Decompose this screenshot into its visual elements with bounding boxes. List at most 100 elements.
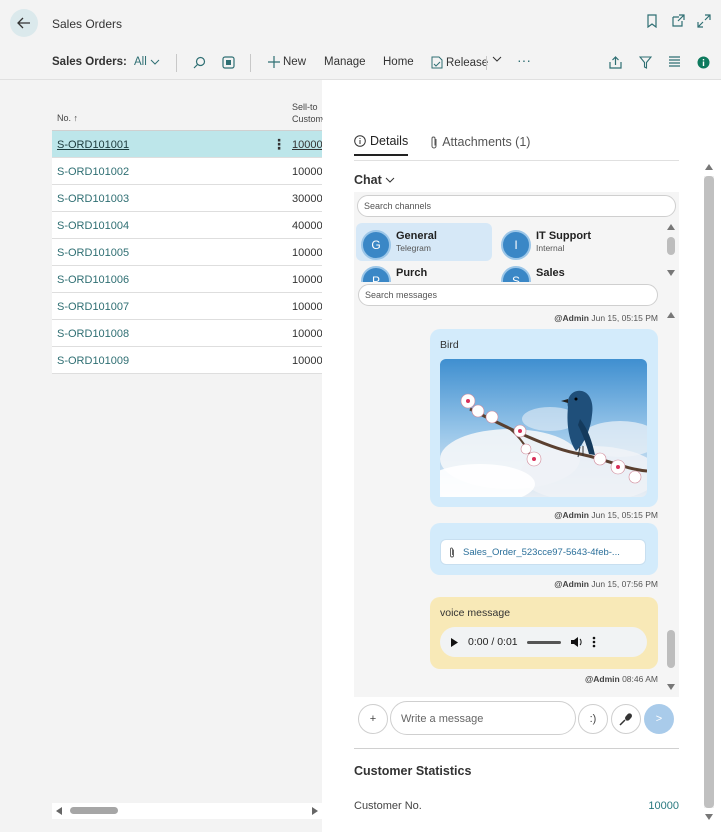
table-row[interactable]: S-ORD101005 10000 xyxy=(52,239,322,266)
channel-it-support[interactable]: I IT Support Internal xyxy=(496,223,632,261)
scroll-right-arrow[interactable] xyxy=(312,807,318,815)
customer-no[interactable]: 10000 xyxy=(292,274,322,286)
column-header-no[interactable]: No. ↑ xyxy=(57,113,78,123)
customer-no[interactable]: 10000 xyxy=(292,247,322,259)
message-meta: @Admin Jun 15, 05:15 PM xyxy=(554,510,658,520)
play-icon[interactable] xyxy=(450,637,459,648)
message-author: @Admin xyxy=(554,510,589,520)
search-button[interactable] xyxy=(193,56,206,69)
factbox-panel: Details Attachments (1) Chat Search chan… xyxy=(322,120,721,832)
order-no[interactable]: S-ORD101009 xyxy=(57,355,129,367)
send-button[interactable]: > xyxy=(644,704,674,734)
filter-button[interactable] xyxy=(639,56,652,69)
expand-icon[interactable] xyxy=(697,14,711,28)
scroll-thumb[interactable] xyxy=(70,807,118,814)
section-divider xyxy=(354,748,679,749)
home-button[interactable]: Home xyxy=(383,56,414,68)
customer-no-value[interactable]: 10000 xyxy=(648,800,679,812)
message-meta: @Admin 08:46 AM xyxy=(585,674,658,684)
order-no[interactable]: S-ORD101007 xyxy=(57,301,129,313)
page-label: Sales Orders: xyxy=(52,56,127,68)
add-attachment-button[interactable]: + xyxy=(358,704,388,734)
table-row[interactable]: S-ORD101008 10000 xyxy=(52,320,322,347)
customer-no[interactable]: 10000 xyxy=(292,328,322,340)
scroll-thumb[interactable] xyxy=(704,176,714,808)
volume-icon[interactable] xyxy=(570,636,583,648)
message-input[interactable]: Write a message xyxy=(390,701,576,735)
panel-vertical-scrollbar[interactable] xyxy=(704,162,714,822)
tab-details[interactable]: Details xyxy=(354,134,409,156)
scroll-down-arrow[interactable] xyxy=(667,270,675,276)
table-row[interactable]: S-ORD101007 10000 xyxy=(52,293,322,320)
customer-no[interactable]: 40000 xyxy=(292,220,322,232)
order-no[interactable]: S-ORD101008 xyxy=(57,328,129,340)
back-button[interactable] xyxy=(10,9,38,37)
customer-no[interactable]: 10000 xyxy=(292,355,322,367)
release-dropdown[interactable] xyxy=(492,56,502,62)
emoji-button[interactable]: :) xyxy=(578,704,608,734)
view-button[interactable] xyxy=(222,56,235,69)
scroll-left-arrow[interactable] xyxy=(56,807,62,815)
customer-statistics-title[interactable]: Customer Statistics xyxy=(354,764,471,778)
message-bubble: Sales_Order_523cce97-5643-4feb-... xyxy=(430,523,658,575)
customer-no[interactable]: 10000 xyxy=(292,139,322,151)
bookmark-icon[interactable] xyxy=(645,14,659,28)
share-button[interactable] xyxy=(609,56,622,69)
order-no[interactable]: S-ORD101006 xyxy=(57,274,129,286)
scroll-down-arrow[interactable] xyxy=(705,814,713,820)
manage-button[interactable]: Manage xyxy=(324,56,366,68)
new-button[interactable]: New xyxy=(268,56,306,68)
row-menu-button[interactable]: ⋮ xyxy=(272,136,286,153)
order-no[interactable]: S-ORD101005 xyxy=(57,247,129,259)
table-row[interactable]: S-ORD101002 10000 xyxy=(52,158,322,185)
scroll-up-arrow[interactable] xyxy=(705,164,713,170)
scroll-thumb[interactable] xyxy=(667,237,675,255)
table-row[interactable]: S-ORD101004 40000 xyxy=(52,212,322,239)
order-no[interactable]: S-ORD101001 xyxy=(57,139,129,151)
list-view-button[interactable] xyxy=(668,56,681,67)
tab-attachments[interactable]: Attachments (1) xyxy=(430,134,530,156)
column-header-sell-to[interactable]: Sell-to Custom xyxy=(292,101,326,125)
scroll-down-arrow[interactable] xyxy=(667,684,675,690)
chat-heading[interactable]: Chat xyxy=(354,173,395,187)
more-button[interactable]: ··· xyxy=(517,52,531,68)
scroll-thumb[interactable] xyxy=(667,630,675,668)
channel-sales[interactable]: S Sales xyxy=(496,264,632,282)
microphone-button[interactable] xyxy=(611,704,641,734)
customer-no[interactable]: 10000 xyxy=(292,301,322,313)
order-no[interactable]: S-ORD101002 xyxy=(57,166,129,178)
open-new-window-icon[interactable] xyxy=(671,14,685,28)
channel-general[interactable]: G General Telegram xyxy=(356,223,492,261)
channel-name: Purch xyxy=(396,267,428,279)
order-no[interactable]: S-ORD101003 xyxy=(57,193,129,205)
separator xyxy=(176,54,177,72)
table-row[interactable]: S-ORD101006 10000 xyxy=(52,266,322,293)
message-bubble: Bird xyxy=(430,329,658,507)
audio-player[interactable]: 0:00 / 0:01 xyxy=(440,627,647,657)
view-layout-icon xyxy=(222,56,235,69)
bird-photo[interactable] xyxy=(440,359,647,497)
customer-no[interactable]: 30000 xyxy=(292,193,322,205)
search-messages-input[interactable]: Search messages xyxy=(358,284,658,306)
horizontal-scrollbar[interactable] xyxy=(52,803,322,819)
customer-no[interactable]: 10000 xyxy=(292,166,322,178)
order-no[interactable]: S-ORD101004 xyxy=(57,220,129,232)
more-vertical-icon[interactable] xyxy=(592,636,596,648)
title-actions xyxy=(645,14,711,28)
release-button[interactable]: Release xyxy=(431,56,488,69)
info-button[interactable] xyxy=(697,56,710,69)
scroll-up-arrow[interactable] xyxy=(667,224,675,230)
table-row[interactable]: S-ORD101003 30000 xyxy=(52,185,322,212)
list-icon xyxy=(669,56,680,67)
filter-dropdown[interactable]: All xyxy=(134,56,160,68)
audio-progress-bar[interactable] xyxy=(526,640,561,644)
channels-scrollbar[interactable] xyxy=(667,224,675,276)
channel-purch[interactable]: P Purch xyxy=(356,264,492,282)
scroll-up-arrow[interactable] xyxy=(667,312,675,318)
filter-icon xyxy=(639,56,652,69)
table-row[interactable]: S-ORD101009 10000 xyxy=(52,347,322,374)
table-row[interactable]: S-ORD101001 ⋮ 10000 xyxy=(52,131,322,158)
search-channels-input[interactable]: Search channels xyxy=(357,195,676,217)
messages-scrollbar[interactable] xyxy=(667,310,675,694)
file-attachment[interactable]: Sales_Order_523cce97-5643-4feb-... xyxy=(440,539,646,565)
